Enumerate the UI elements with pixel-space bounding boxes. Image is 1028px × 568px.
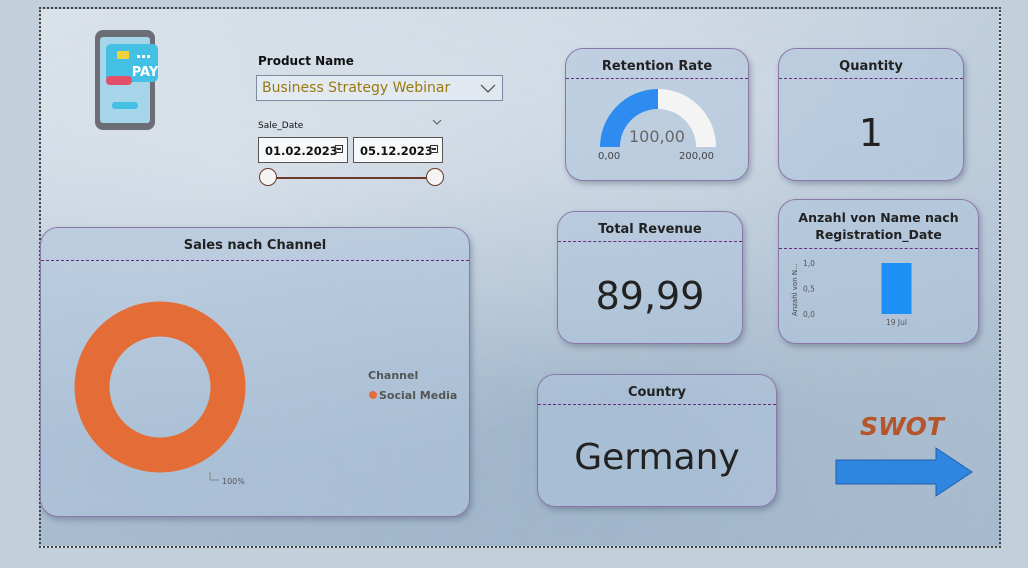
gauge-value-label: 100,00	[629, 127, 685, 146]
x-tick-label: 19 Jul	[886, 318, 907, 327]
gauge-max-label: 200,00	[679, 151, 714, 162]
date-slicer-title: Sale_Date	[258, 121, 304, 131]
quantity-title: Quantity	[779, 49, 963, 79]
end-date-input[interactable]: 05.12.2023	[353, 137, 443, 163]
sales-channel-card[interactable]: Sales nach Channel 100% Channel Social M…	[40, 227, 470, 517]
country-card[interactable]: Country Germany	[537, 374, 777, 507]
registration-title-line1: Anzahl von Name nach	[798, 210, 959, 225]
registration-chart-title: Anzahl von Name nach Registration_Date	[779, 200, 978, 249]
chevron-down-icon[interactable]	[432, 119, 442, 126]
chevron-down-icon	[480, 84, 496, 93]
date-range-track	[269, 177, 435, 179]
legend-item-label[interactable]: Social Media	[379, 389, 457, 402]
legend-title: Channel	[368, 369, 418, 382]
total-revenue-value: 89,99	[595, 274, 705, 318]
quantity-value: 1	[858, 111, 884, 155]
gauge-min-label: 0,00	[598, 151, 621, 162]
product-slicer-title: Product Name	[258, 54, 354, 68]
date-range-handle-start[interactable]	[259, 168, 277, 186]
country-value: Germany	[574, 437, 740, 478]
svg-text:PAY: PAY	[132, 65, 159, 80]
donut-slice-social-media[interactable]	[74, 301, 246, 473]
legend-marker	[369, 391, 377, 399]
registration-chart-card[interactable]: Anzahl von Name nach Registration_Date A…	[778, 199, 979, 344]
product-selected-value: Business Strategy Webinar	[262, 80, 451, 96]
sales-channel-donut-chart: 100% Channel Social Media	[74, 301, 457, 486]
registration-bar-chart: Anzahl von N... 0,0 0,5 1,0 19 Jul	[791, 259, 912, 327]
total-revenue-title: Total Revenue	[558, 212, 742, 242]
start-date-input[interactable]: 01.02.2023	[258, 137, 348, 163]
start-date-value: 01.02.2023	[265, 144, 338, 158]
retention-rate-title: Retention Rate	[566, 49, 748, 79]
y-tick-label: 0,5	[803, 285, 815, 294]
swot-label[interactable]: SWOT	[860, 412, 944, 441]
y-axis-label: Anzahl von N...	[791, 263, 799, 316]
y-tick-label: 0,0	[803, 310, 815, 319]
quantity-card[interactable]: Quantity 1	[778, 48, 964, 181]
y-tick-label: 1,0	[803, 259, 815, 268]
country-title: Country	[538, 375, 776, 405]
arrow-right-icon[interactable]	[834, 446, 974, 498]
sales-channel-title: Sales nach Channel	[41, 228, 469, 261]
retention-rate-card[interactable]: Retention Rate 100,00 0,00 200,00	[565, 48, 749, 181]
end-date-value: 05.12.2023	[360, 144, 433, 158]
mobile-pay-icon: PAY	[95, 30, 159, 130]
registration-title-line2: Registration_Date	[815, 227, 942, 242]
calendar-icon[interactable]	[430, 145, 438, 153]
product-dropdown[interactable]: Business Strategy Webinar	[256, 75, 503, 101]
calendar-icon[interactable]	[335, 145, 343, 153]
total-revenue-card[interactable]: Total Revenue 89,99	[557, 211, 743, 344]
donut-data-label: 100%	[222, 477, 245, 486]
date-range-handle-end[interactable]	[426, 168, 444, 186]
bar[interactable]	[881, 263, 912, 314]
